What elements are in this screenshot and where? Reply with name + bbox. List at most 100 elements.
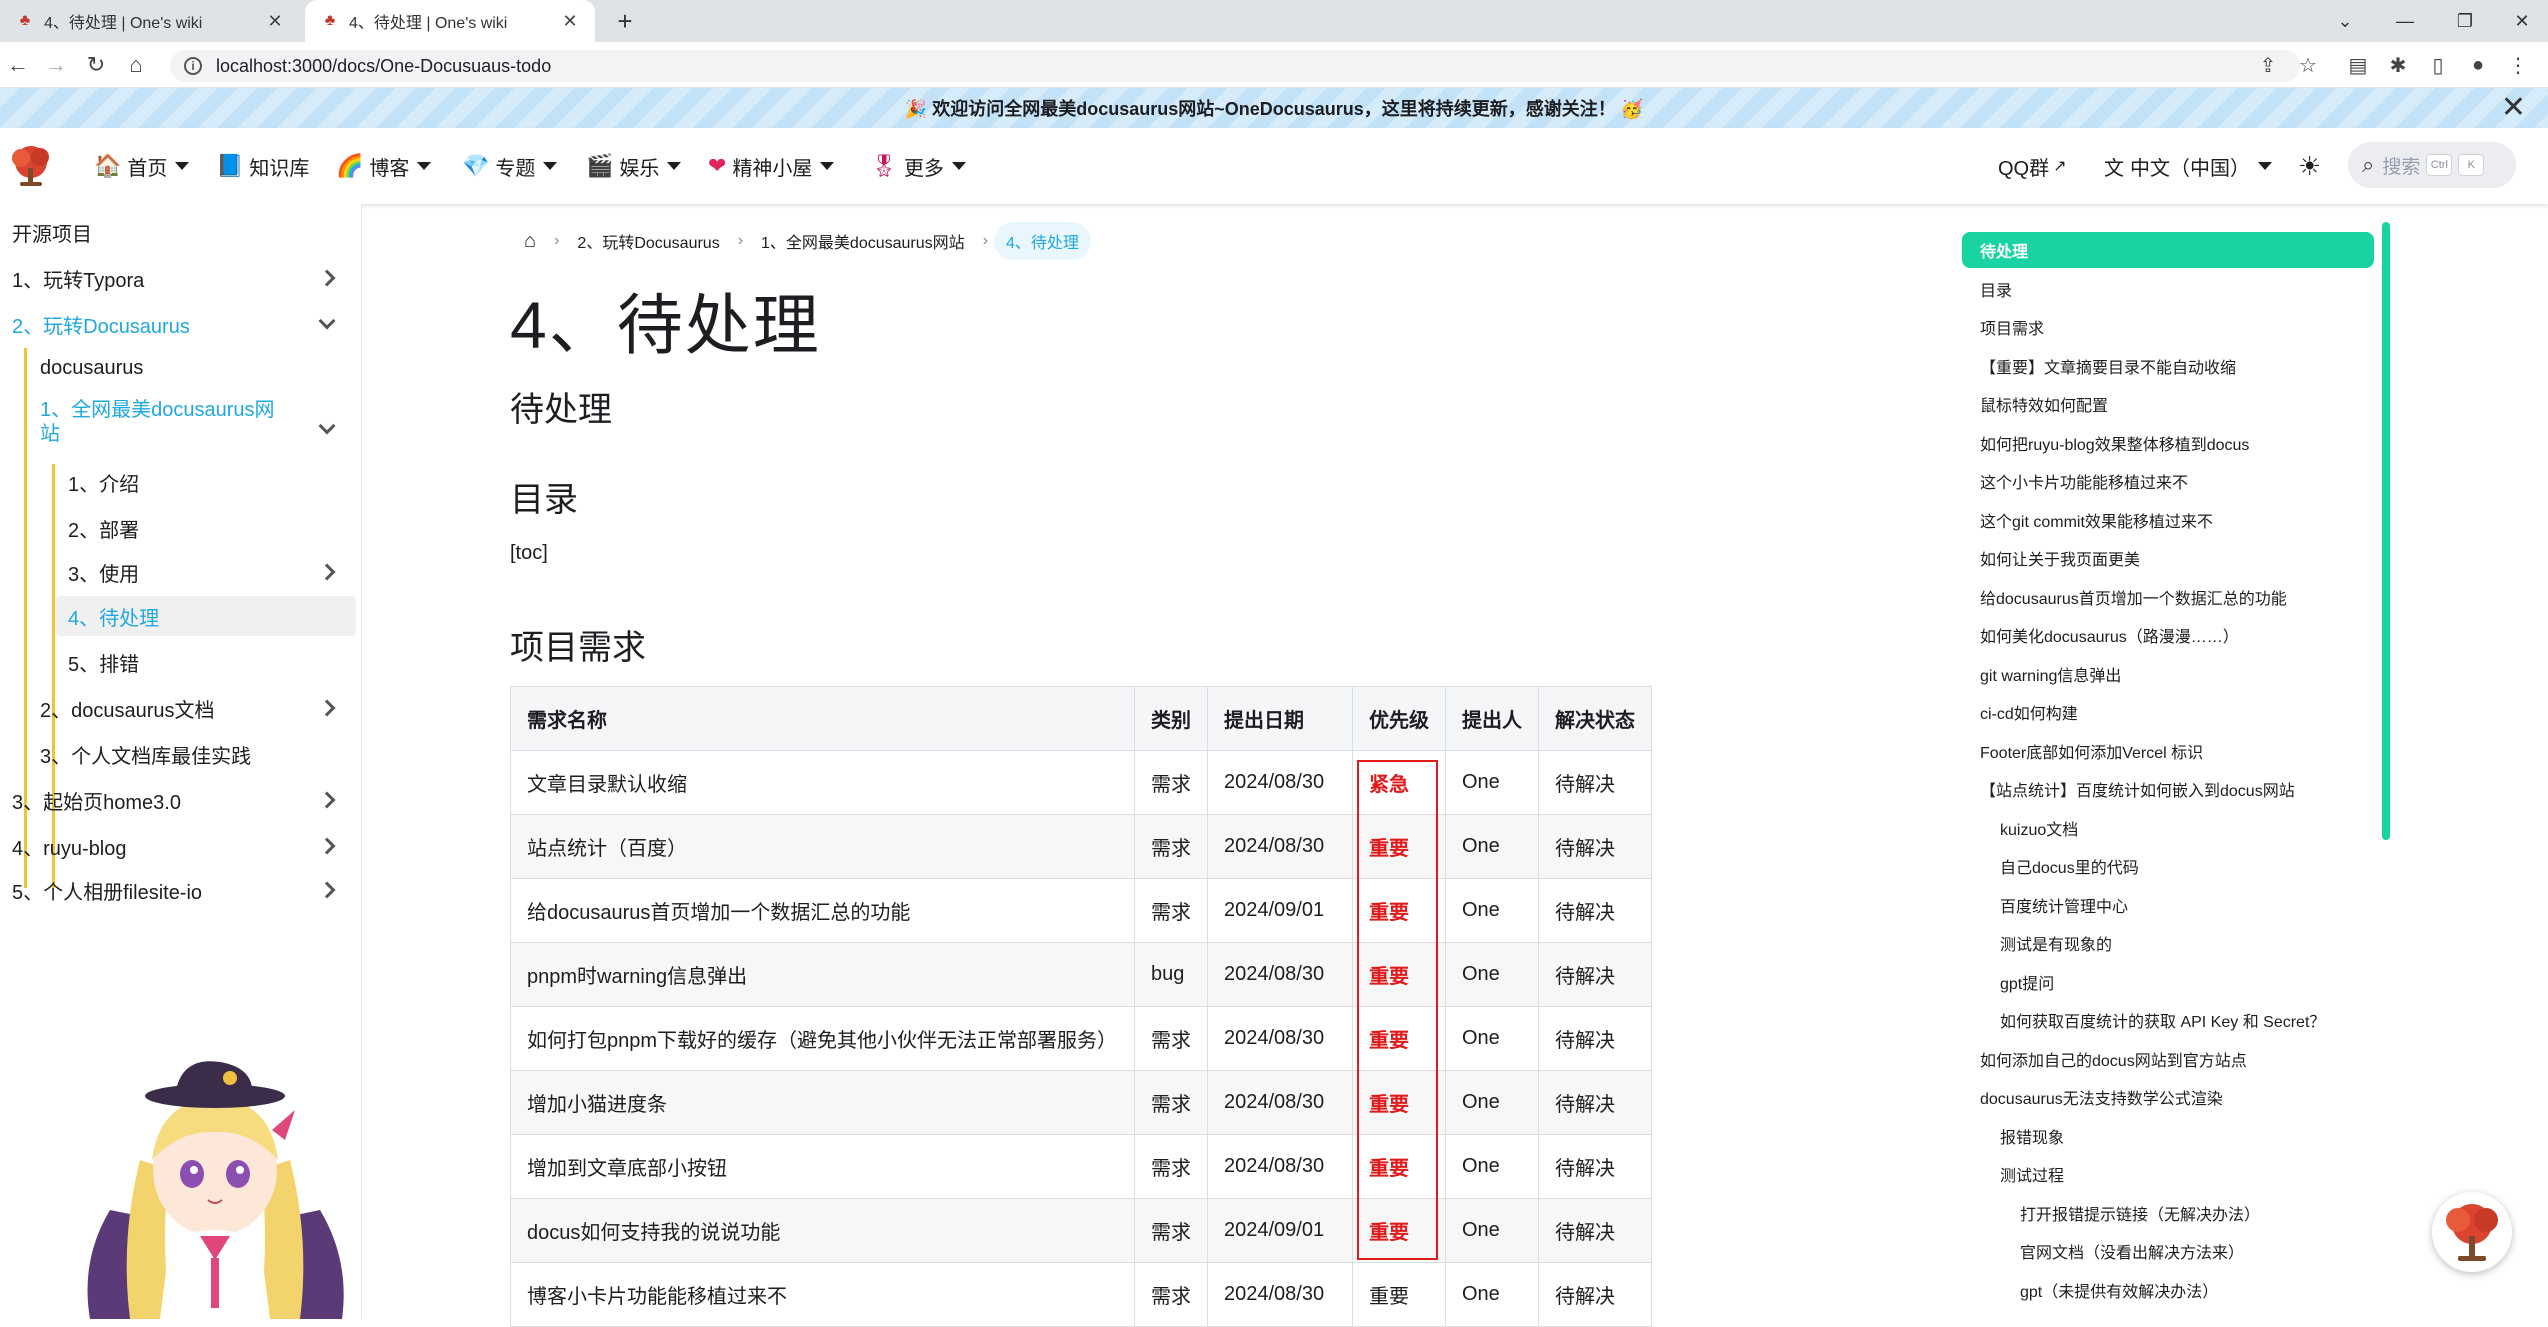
toc-item[interactable]: 目录 — [1980, 271, 2012, 307]
table-cell-date: 2024/08/30 — [1207, 1006, 1353, 1071]
chevron-down-icon[interactable] — [316, 417, 338, 440]
toc-scrollbar[interactable] — [2382, 222, 2390, 840]
table-cell-date: 2024/08/30 — [1207, 750, 1353, 815]
site-logo[interactable] — [6, 140, 56, 190]
sidebar-item-intro[interactable]: 1、介绍 — [68, 462, 139, 502]
toc-item[interactable]: 自己docus里的代码 — [2000, 848, 2139, 884]
sidebar-item-best-practice[interactable]: 3、个人文档库最佳实践 — [40, 734, 251, 774]
chevron-right-icon[interactable] — [316, 789, 338, 811]
toc-item[interactable]: 项目需求 — [1980, 309, 2044, 345]
toc-item[interactable]: 如何添加自己的docus网站到官方站点 — [1980, 1041, 2247, 1077]
sidebar-item-home3[interactable]: 3、起始页home3.0 — [12, 780, 352, 820]
nav-blog[interactable]: 🌈 博客 — [336, 128, 432, 204]
gem-icon: 💎 — [462, 153, 490, 178]
chevron-right-icon[interactable] — [316, 561, 338, 583]
reload-button[interactable]: ↻ — [80, 49, 112, 81]
home-icon[interactable]: ⌂ — [512, 222, 548, 260]
toc-item[interactable]: 报错现象 — [2000, 1118, 2064, 1154]
window-close-button[interactable]: ✕ — [2492, 0, 2548, 42]
toc-item[interactable]: 测试过程 — [2000, 1156, 2064, 1192]
mascot-character-image[interactable] — [80, 1060, 350, 1319]
toc-item[interactable]: 给docusaurus首页增加一个数据汇总的功能 — [1980, 579, 2287, 615]
toc-item[interactable]: 【站点统计】百度统计如何嵌入到docus网站 — [1980, 771, 2295, 807]
tree-avatar-button[interactable] — [2432, 1192, 2512, 1272]
sidebar-header[interactable]: 开源项目 — [12, 212, 92, 252]
url-field[interactable]: i localhost:3000/docs/One-Docusuaus-todo — [170, 50, 2300, 82]
toc-item[interactable]: docusaurus无法支持数学公式渲染 — [1980, 1079, 2223, 1115]
sidebar-item-label: 5、个人相册filesite-io — [12, 881, 203, 904]
back-button[interactable]: ← — [2, 49, 34, 81]
sidebar-item-troubleshoot[interactable]: 5、排错 — [68, 642, 139, 682]
toc-item[interactable]: 如何获取百度统计的获取 API Key 和 Secret？ — [2000, 1002, 2325, 1038]
sidebar-item-todo[interactable]: 4、待处理 — [56, 596, 356, 636]
breadcrumb-item[interactable]: 1、全网最美docusaurus网站 — [749, 222, 977, 260]
browser-tab-1[interactable]: ♣ 4、待处理 | One's wiki ✕ — [0, 0, 300, 42]
toc-item[interactable]: 【重要】文章摘要目录不能自动收缩 — [1980, 348, 2236, 384]
nav-entertainment[interactable]: 🎬 娱乐 — [586, 128, 682, 204]
toc-item[interactable]: 百度统计管理中心 — [2000, 887, 2128, 923]
chevron-right-icon[interactable] — [316, 835, 338, 857]
language-dropdown[interactable]: 文 中文（中国） — [2104, 128, 2272, 204]
bookmark-star-icon[interactable]: ☆ — [2292, 49, 2324, 81]
chevron-right-icon[interactable] — [316, 267, 338, 289]
search-button[interactable]: ⌕ 搜索 Ctrl K — [2348, 142, 2516, 188]
chevron-right-icon[interactable] — [316, 879, 338, 901]
sidebar-item-filesite[interactable]: 5、个人相册filesite-io — [12, 870, 352, 910]
nav-qq-group[interactable]: QQ群 ↗ — [1998, 128, 2067, 204]
minimize-button[interactable]: — — [2375, 0, 2435, 42]
sidebar-item-best-site[interactable]: 1、全网最美docusaurus网 站 — [40, 398, 280, 458]
nav-topics[interactable]: 💎 专题 — [462, 128, 558, 204]
menu-icon[interactable]: ⋮ — [2502, 49, 2534, 81]
share-icon[interactable]: ⇪ — [2252, 49, 2284, 81]
toc-item[interactable]: 待处理 — [1980, 232, 2028, 268]
new-tab-button[interactable]: + — [610, 6, 640, 36]
sidebar-item-docusaurus-doc[interactable]: docusaurus — [40, 348, 143, 388]
toc-item[interactable]: git warning信息弹出 — [1980, 656, 2121, 692]
forward-button[interactable]: → — [40, 49, 72, 81]
nav-more[interactable]: 🎖 更多 — [870, 128, 966, 204]
sidebar-item-deploy[interactable]: 2、部署 — [68, 508, 139, 548]
restore-button[interactable]: ❐ — [2435, 0, 2495, 42]
sidebar-item-ruyu-blog[interactable]: 4、ruyu-blog — [12, 826, 352, 866]
nav-knowledge[interactable]: 📘 知识库 — [216, 128, 309, 204]
heading-toc: 目录 — [510, 481, 578, 519]
toc-item[interactable]: gpt（未提供有效解决办法） — [2020, 1272, 2218, 1308]
sidebar-item-docusaurus-docs[interactable]: 2、docusaurus文档 — [40, 688, 352, 728]
toc-item[interactable]: 如何美化docusaurus（路漫漫……） — [1980, 617, 2239, 653]
info-icon[interactable]: i — [184, 57, 202, 75]
sidebar-item-usage[interactable]: 3、使用 — [68, 552, 352, 592]
rainbow-icon: 🌈 — [336, 153, 364, 178]
nav-home[interactable]: 🏠 首页 — [94, 128, 190, 204]
table-cell-priority: 重要 — [1352, 1070, 1446, 1135]
theme-toggle-sun-icon[interactable]: ☀ — [2298, 128, 2321, 204]
toc-item[interactable]: 官网文档（没看出解决方法来） — [2020, 1233, 2244, 1269]
toc-item[interactable]: 鼠标特效如何配置 — [1980, 386, 2108, 422]
toc-item[interactable]: 如何把ruyu-blog效果整体移植到docus — [1980, 425, 2249, 461]
sidebar-item-docusaurus[interactable]: 2、玩转Docusaurus — [12, 304, 352, 344]
toc-item[interactable]: 如何让关于我页面更美 — [1980, 540, 2140, 576]
toc-item[interactable]: ci-cd如何构建 — [1980, 694, 2078, 730]
close-icon[interactable]: ✕ — [2501, 93, 2526, 123]
close-icon[interactable]: ✕ — [557, 11, 583, 32]
toc-item[interactable]: 这个小卡片功能能移植过来不 — [1980, 463, 2188, 499]
sidepanel-icon[interactable]: ▯ — [2422, 49, 2454, 81]
sidebar-item-label: 1、全网最美docusaurus网 — [40, 399, 275, 421]
browser-tab-2[interactable]: ♣ 4、待处理 | One's wiki ✕ — [305, 0, 595, 42]
home-button[interactable]: ⌂ — [120, 49, 152, 81]
chevron-down-icon[interactable] — [316, 312, 338, 335]
toc-item[interactable]: kuizuo文档 — [2000, 810, 2078, 846]
chevron-right-icon[interactable] — [316, 697, 338, 719]
nav-spirit-house[interactable]: ❤ 精神小屋 — [708, 128, 835, 204]
breadcrumb-item[interactable]: 2、玩转Docusaurus — [565, 222, 731, 260]
sidebar-item-typora[interactable]: 1、玩转Typora — [12, 258, 352, 298]
toc-item[interactable]: 这个git commit效果能移植过来不 — [1980, 502, 2213, 538]
toc-item[interactable]: 测试是有现象的 — [2000, 925, 2112, 961]
close-icon[interactable]: ✕ — [262, 11, 288, 32]
reader-icon[interactable]: ▤ — [2342, 49, 2374, 81]
toc-item[interactable]: gpt提问 — [2000, 964, 2054, 1000]
toc-item[interactable]: Footer底部如何添加Vercel 标识 — [1980, 733, 2203, 769]
profile-icon[interactable]: ● — [2462, 49, 2494, 81]
extensions-icon[interactable]: ✱ — [2382, 49, 2414, 81]
toc-item[interactable]: 打开报错提示链接（无解决办法） — [2020, 1195, 2260, 1231]
tab-search-chevron-icon[interactable]: ⌄ — [2315, 0, 2375, 42]
